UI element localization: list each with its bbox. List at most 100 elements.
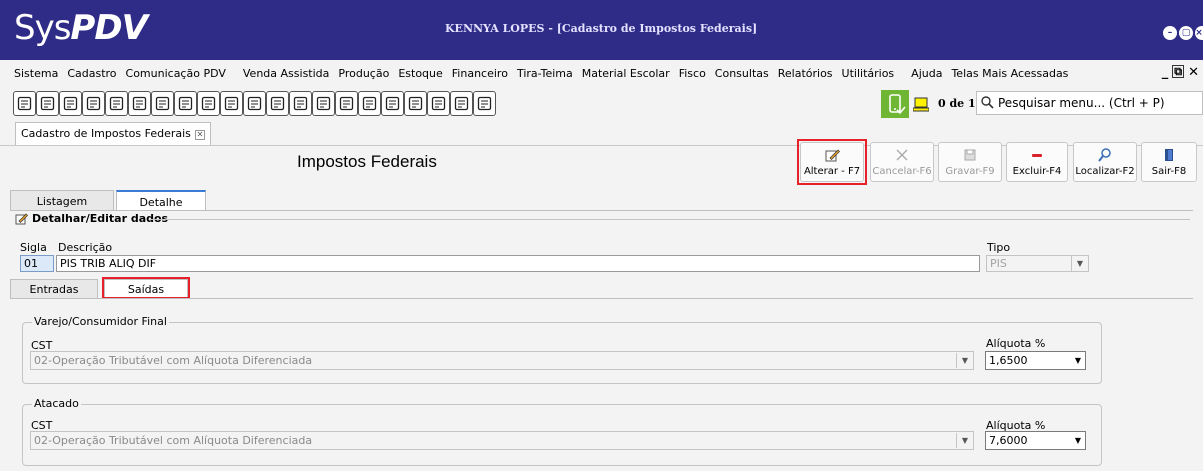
menu-search-input[interactable]: Pesquisar menu... (Ctrl + P)	[976, 91, 1203, 115]
card-icon[interactable]	[59, 91, 82, 116]
refresh-icon[interactable]	[105, 91, 128, 116]
tipo-label: Tipo	[987, 241, 1011, 254]
section-heading: Detalhar/Editar dados	[15, 212, 168, 225]
tipo-select[interactable]: PIS ▼	[986, 255, 1089, 272]
down-doc-icon[interactable]	[358, 91, 381, 116]
saidas-highlight	[102, 277, 190, 299]
menu-item[interactable]: Estoque	[398, 67, 442, 80]
tab-detalhe[interactable]: Detalhe	[116, 190, 206, 210]
menu-item[interactable]: Material Escolar	[582, 67, 670, 80]
sigla-label: Sigla	[20, 241, 47, 254]
mdi-close-button[interactable]: ✕	[1188, 65, 1199, 80]
doc-lines-icon[interactable]	[404, 91, 427, 116]
group-varejo-title: Varejo/Consumidor Final	[32, 315, 169, 328]
menu-item[interactable]: Financeiro	[452, 67, 508, 80]
mdi-minimize-button[interactable]: _	[1162, 65, 1169, 80]
window-title: KENNYA LOPES - [Cadastro de Impostos Fed…	[445, 22, 758, 35]
button-label: Gravar-F9	[945, 166, 995, 177]
sair-button[interactable]: Sair-F8	[1141, 142, 1197, 182]
calendar-icon[interactable]	[427, 91, 450, 116]
menu-item[interactable]: Consultas	[715, 67, 769, 80]
descricao-field[interactable]: PIS TRIB ALIQ DIF	[56, 255, 980, 272]
chevron-down-icon: ▼	[1074, 356, 1081, 365]
button-label: Sair-F8	[1151, 166, 1187, 177]
excluir-button[interactable]: Excluir-F4	[1006, 142, 1068, 182]
cst-select-varejo[interactable]: 02-Operação Tributável com Alíquota Dife…	[30, 351, 974, 370]
mdi-controls: _ ⧉ ✕	[1162, 65, 1199, 80]
minimize-window-button[interactable]: –	[1163, 26, 1177, 40]
button-label: Localizar-F2	[1075, 166, 1135, 177]
app-logo: SysPDV	[14, 8, 148, 48]
menu-item[interactable]: Fisco	[679, 67, 706, 80]
menu-item[interactable]: Telas Mais Acessadas	[951, 67, 1068, 80]
aliq-select-atacado[interactable]: 7,6000 ▼	[985, 431, 1086, 450]
minus-icon	[1007, 147, 1067, 163]
maximize-window-button[interactable]: ▢	[1179, 26, 1193, 40]
doc-check-icon[interactable]	[243, 91, 266, 116]
search-placeholder: Pesquisar menu... (Ctrl + P)	[998, 96, 1165, 110]
chevron-down-icon: ▼	[956, 353, 973, 368]
menu-item[interactable]: Sistema	[14, 67, 58, 80]
chevron-down-icon: ▼	[1071, 256, 1088, 271]
document-tab[interactable]: Cadastro de Impostos Federais ✕	[15, 122, 211, 145]
mdi-restore-button[interactable]: ⧉	[1172, 65, 1185, 78]
barcode-icon[interactable]	[151, 91, 174, 116]
people-icon[interactable]	[128, 91, 151, 116]
document-tab-label: Cadastro de Impostos Federais	[21, 127, 191, 140]
tab-entradas[interactable]: Entradas	[10, 279, 98, 298]
doc-check-icon[interactable]	[266, 91, 289, 116]
menu-item[interactable]: Cadastro	[67, 67, 116, 80]
tab-listagem[interactable]: Listagem	[10, 190, 114, 210]
chart-icon[interactable]	[174, 91, 197, 116]
tab-divider	[10, 210, 1193, 211]
record-pager: 0 de 1	[938, 97, 976, 110]
exit-door-icon	[1142, 147, 1196, 163]
menu-item[interactable]: Utilitários	[842, 67, 895, 80]
section-divider	[150, 219, 1190, 220]
close-window-button[interactable]: ×	[1195, 26, 1203, 40]
aliq-select-varejo[interactable]: 1,6500 ▼	[985, 351, 1086, 370]
menu-item[interactable]: Ajuda	[911, 67, 942, 80]
monitor-icon[interactable]	[36, 91, 59, 116]
edit-icon	[15, 213, 28, 225]
close-tab-icon[interactable]: ✕	[194, 130, 205, 140]
printer-icon[interactable]	[82, 91, 105, 116]
descricao-label: Descrição	[58, 241, 113, 254]
cancelar-button[interactable]: Cancelar-F6	[870, 142, 934, 182]
chevron-down-icon: ▼	[956, 433, 973, 448]
logout-icon[interactable]	[473, 91, 496, 116]
page-title: Impostos Federais	[297, 152, 437, 171]
aliq-value-atacado: 7,6000	[989, 434, 1028, 447]
search-icon	[1074, 147, 1136, 163]
section-title: Detalhar/Editar dados	[32, 212, 169, 225]
button-label: Cancelar-F6	[872, 166, 932, 177]
alterar-highlight	[797, 139, 867, 185]
menu-item[interactable]: Comunicação PDV	[126, 67, 226, 80]
phone-icon[interactable]	[220, 91, 243, 116]
menu-item[interactable]: Produção	[338, 67, 389, 80]
aliq-value-varejo: 1,6500	[989, 354, 1028, 367]
cst-select-atacado[interactable]: 02-Operação Tributável com Alíquota Dife…	[30, 431, 974, 450]
search-icon	[981, 96, 994, 112]
list-icon[interactable]	[13, 91, 36, 116]
localizar-button[interactable]: Localizar-F2	[1073, 142, 1137, 182]
gravar-button[interactable]: Gravar-F9	[938, 142, 1002, 182]
doc-check-icon[interactable]	[312, 91, 335, 116]
window-controls: – ▢ ×	[1163, 26, 1203, 40]
menu-items: Sistema Cadastro Comunicação PDV Venda Assi…	[14, 67, 1077, 80]
chevron-down-icon: ▼	[1074, 436, 1081, 445]
close-icon	[871, 147, 933, 163]
menu-item[interactable]: Venda Assistida	[243, 67, 330, 80]
group-atacado-title: Atacado	[32, 397, 81, 410]
up-doc-icon[interactable]	[381, 91, 404, 116]
menu-item[interactable]: Relatórios	[778, 67, 833, 80]
window-icon[interactable]	[197, 91, 220, 116]
menu-bar: Sistema Cadastro Comunicação PDV Venda Assi…	[0, 60, 1203, 88]
help-icon[interactable]	[450, 91, 473, 116]
menu-item[interactable]: Tira-Teima	[517, 67, 573, 80]
doc-copy-icon[interactable]	[289, 91, 312, 116]
tag-icon[interactable]	[335, 91, 358, 116]
aliq-label-varejo: Alíquota %	[986, 337, 1046, 350]
mobile-sync-button[interactable]	[881, 90, 909, 118]
sigla-field[interactable]: 01	[20, 255, 54, 272]
